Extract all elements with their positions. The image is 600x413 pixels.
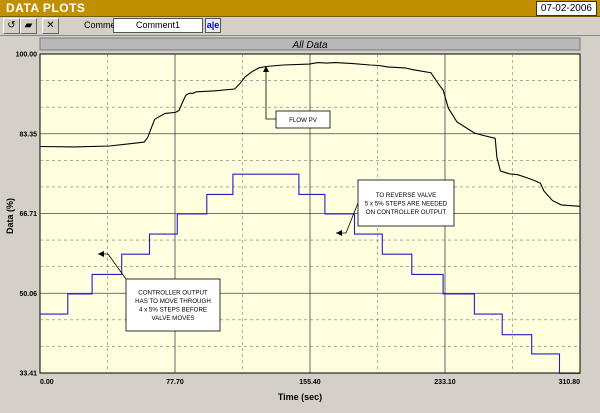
undo-button[interactable]: ↺ — [3, 18, 20, 34]
undo-icon: ↺ — [7, 20, 16, 31]
comment-edit-button[interactable]: a|e — [205, 18, 221, 33]
annotation-text: TO REVERSE VALVE — [376, 192, 437, 199]
y-tick-label: 83.35 — [19, 131, 37, 138]
annotation-text: CONTROLLER OUTPUT — [138, 290, 208, 297]
x-tick-label: 0.00 — [40, 379, 54, 386]
annotation-text: VALVE MOVES — [151, 315, 194, 322]
x-tick-label: 233.10 — [434, 379, 456, 386]
annotation-text: FLOW PV — [289, 117, 318, 124]
y-tick-label: 50.06 — [19, 291, 37, 298]
annotation-text: 5 x 5% STEPS ARE NEEDED — [365, 200, 448, 207]
plot-area: All Data FLOW PV TO REVERSE VALVE 5 x 5% S… — [0, 36, 600, 408]
open-button[interactable]: ▰ — [20, 18, 37, 34]
cross-icon: ✕ — [46, 20, 55, 31]
window-titlebar: DATA PLOTS 07-02-2006 — [0, 0, 600, 17]
annotation-text: HAS TO MOVE THROUGH — [135, 298, 211, 305]
y-tick-label: 33.41 — [19, 371, 37, 378]
comment-input[interactable]: Comment1 — [113, 18, 203, 33]
x-tick-label: 77.70 — [166, 379, 184, 386]
date-display: 07-02-2006 — [535, 1, 597, 16]
window-title: DATA PLOTS — [6, 1, 86, 15]
toolbar: ↺ ▰ ✕ Comment Comment1 a|e — [0, 17, 600, 36]
x-tick-label: 310.80 — [559, 379, 581, 386]
chart: All Data FLOW PV TO REVERSE VALVE5 x 5% S… — [5, 37, 581, 402]
chart-title: All Data — [291, 40, 327, 51]
y-axis-label: Data (%) — [5, 198, 15, 234]
annotation-text: 4 x 5% STEPS BEFORE — [139, 307, 207, 314]
annotation-box — [125, 278, 221, 332]
x-axis-label: Time (sec) — [278, 392, 322, 402]
y-tick-label: 66.71 — [19, 211, 37, 218]
annotation-text: ON CONTROLLER OUTPUT — [366, 209, 447, 216]
x-tick-label: 155.40 — [299, 379, 321, 386]
y-tick-label: 100.00 — [16, 52, 38, 59]
folder-icon: ▰ — [24, 20, 33, 31]
clear-button[interactable]: ✕ — [42, 18, 59, 34]
